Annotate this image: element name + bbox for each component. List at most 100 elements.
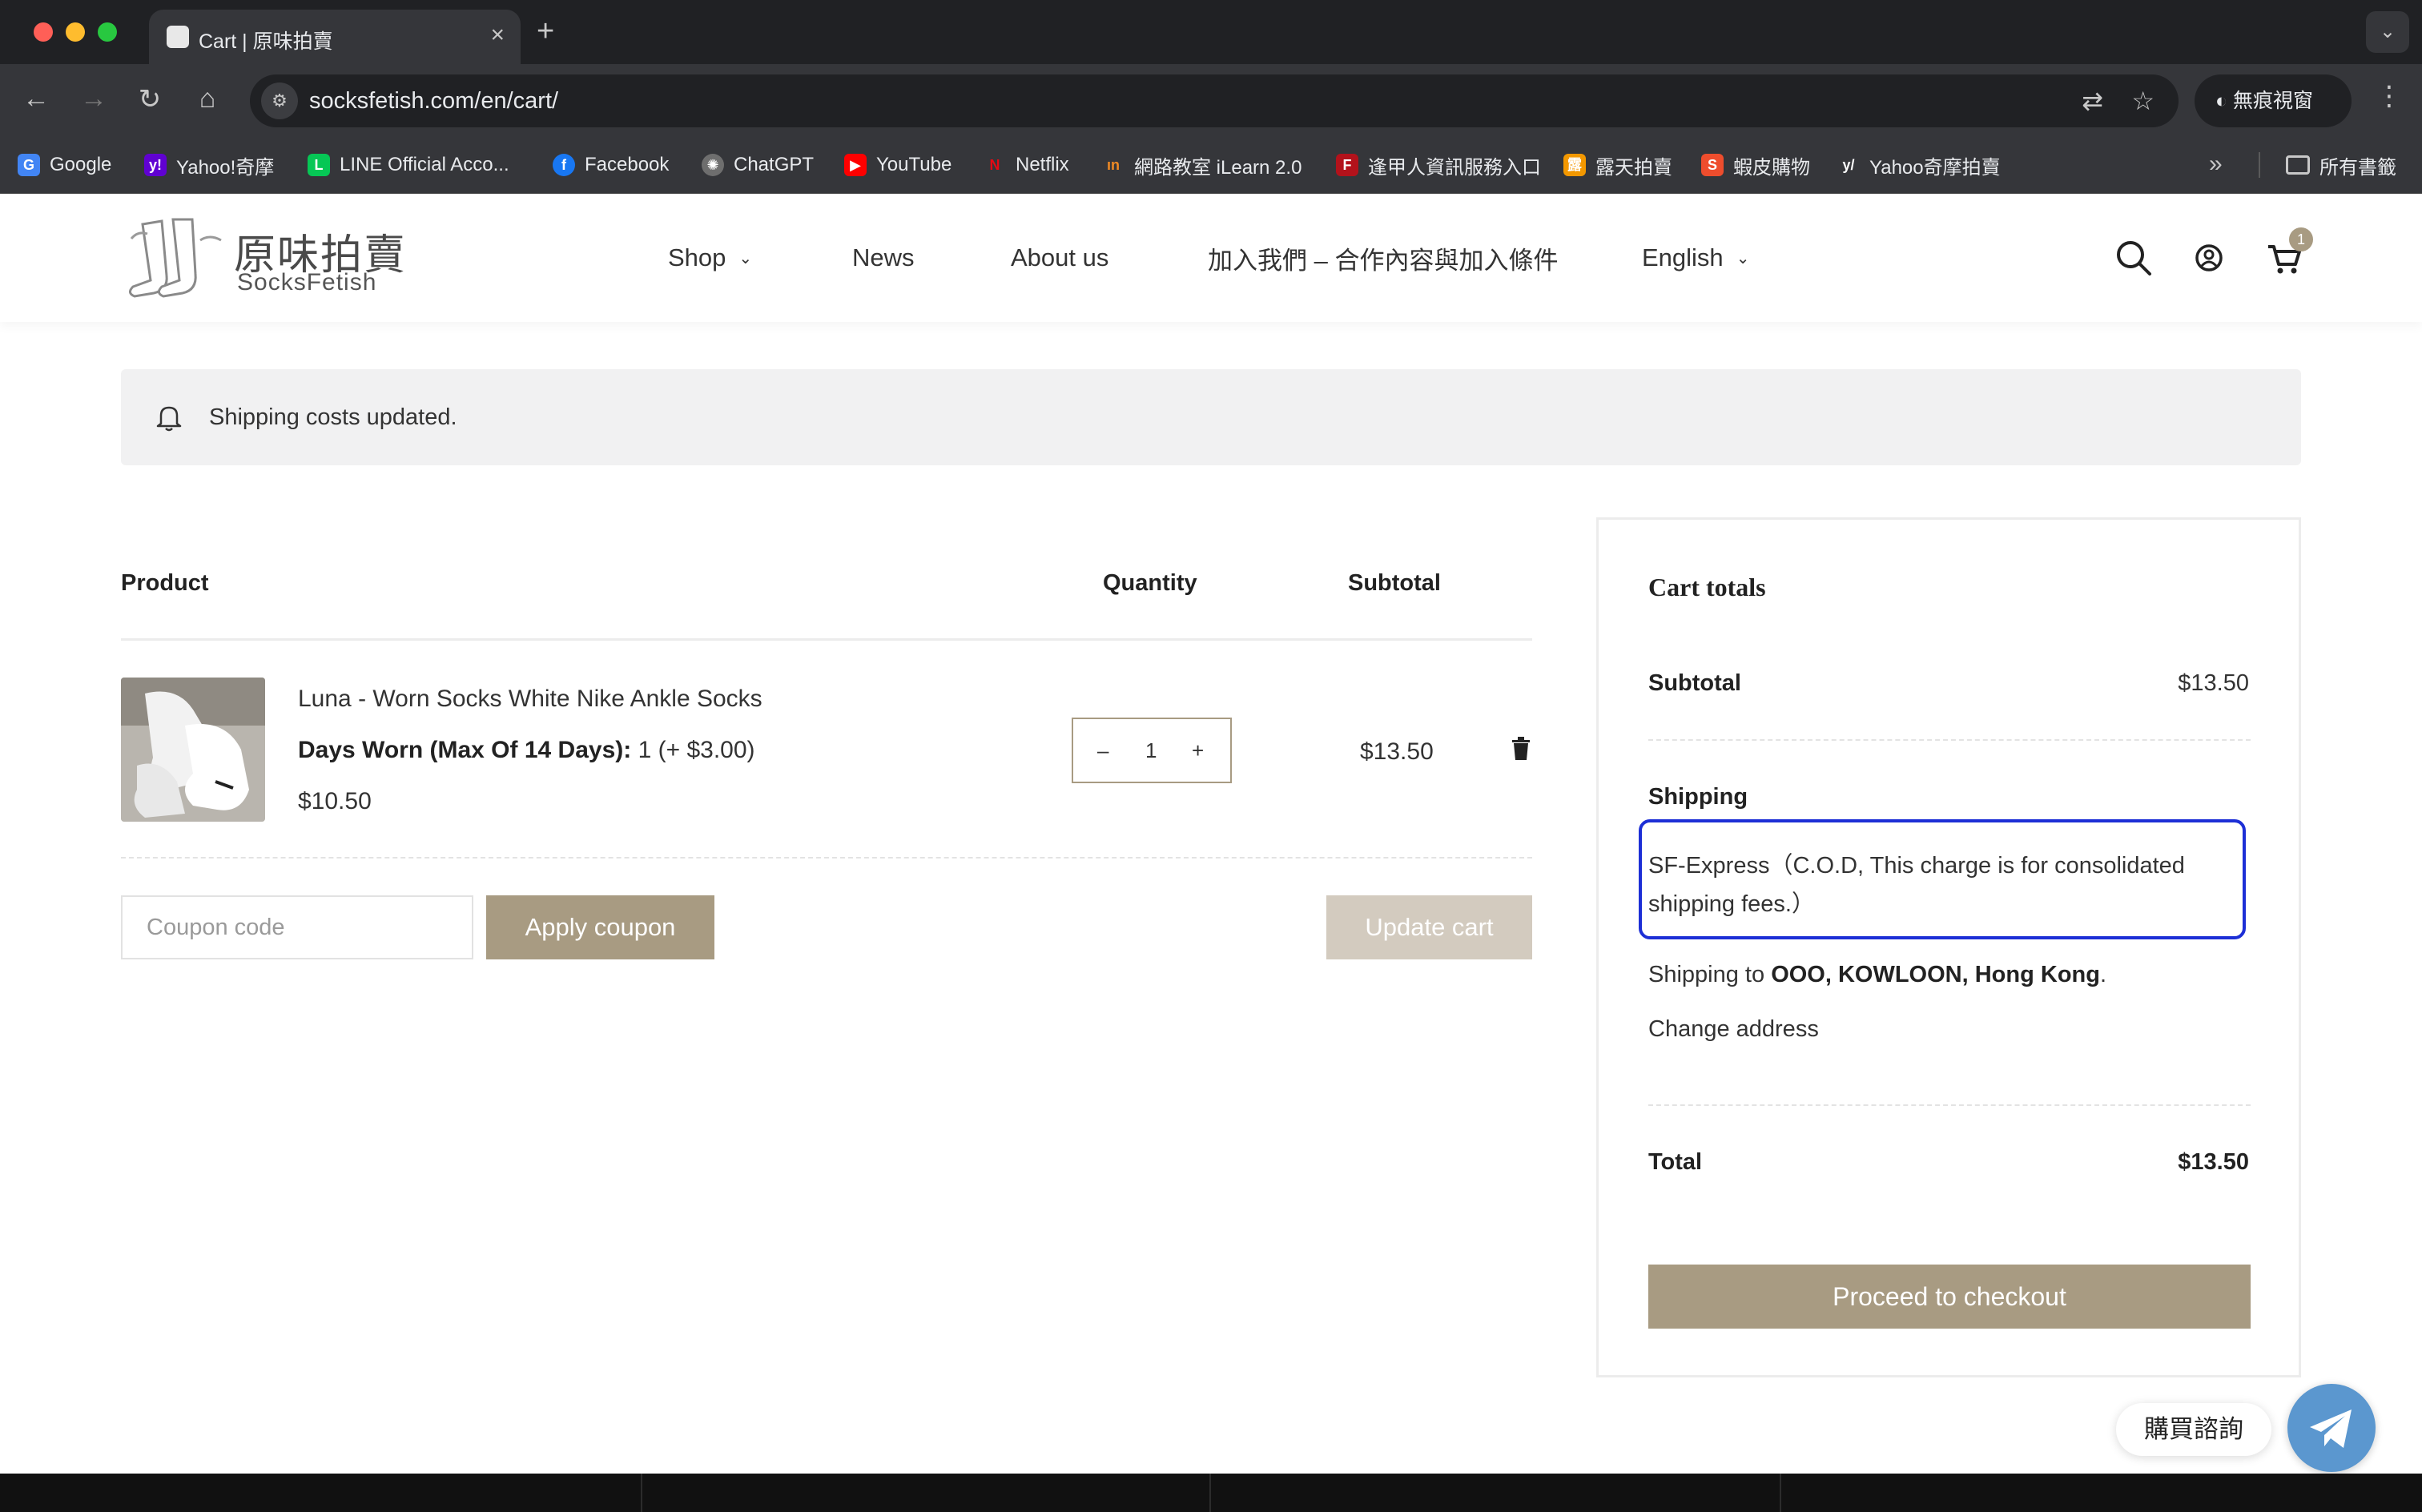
telegram-icon xyxy=(2310,1409,2352,1448)
browser-tab-active[interactable]: Cart | 原味拍賣 × xyxy=(149,10,521,64)
nav-news[interactable]: News xyxy=(852,194,915,322)
address-bar[interactable]: ⚙ socksfetish.com/en/cart/ ⇄ ☆ xyxy=(250,74,2179,127)
row-subtotal: $13.50 xyxy=(1360,738,1434,765)
header-product: Product xyxy=(121,570,209,596)
totals-subtotal-value: $13.50 xyxy=(2178,670,2249,696)
quantity-stepper: – 1 + xyxy=(1072,718,1232,783)
nav-language-label: English xyxy=(1642,243,1724,271)
browser-toolbar: ← → ↻ ⌂ ⚙ socksfetish.com/en/cart/ ⇄ ☆ ◐… xyxy=(0,64,2422,136)
reload-icon[interactable]: ↻ xyxy=(133,83,167,115)
header-quantity: Quantity xyxy=(1103,570,1197,596)
chevron-down-icon: ⌄ xyxy=(738,249,753,267)
nav-join-label: 加入我們 – 合作內容與加入條件 xyxy=(1208,246,1559,275)
site-settings-icon[interactable]: ⚙ xyxy=(261,82,298,119)
footer-divider xyxy=(1780,1474,1781,1512)
netflix-icon: N xyxy=(989,157,1000,173)
totals-divider xyxy=(1648,1104,2251,1106)
nav-language[interactable]: English ⌄ xyxy=(1642,194,1749,322)
product-variation: Days Worn (Max Of 14 Days): 1 (+ $3.00) xyxy=(298,737,755,764)
bookmark-label: Google xyxy=(50,154,112,175)
nav-join[interactable]: 加入我們 – 合作內容與加入條件 xyxy=(1208,194,1558,322)
footer-divider xyxy=(641,1474,642,1512)
tab-close-icon[interactable]: × xyxy=(490,22,505,49)
url-text: socksfetish.com/en/cart/ xyxy=(309,88,559,114)
bookmark-label: Yahoo奇摩拍賣 xyxy=(1869,156,2001,179)
nav-shop-label: Shop xyxy=(668,243,726,271)
proceed-to-checkout-button[interactable]: Proceed to checkout xyxy=(1648,1265,2251,1329)
update-cart-button[interactable]: Update cart xyxy=(1326,895,1532,959)
nav-about[interactable]: About us xyxy=(1011,194,1108,322)
ruten-icon: 露 xyxy=(1563,154,1586,176)
maximize-window-button[interactable] xyxy=(98,22,117,42)
search-icon[interactable] xyxy=(2113,237,2154,279)
bookmark-yahoo[interactable]: y! Yahoo!奇摩 xyxy=(144,136,274,194)
totals-divider xyxy=(1648,739,2251,741)
minimize-window-button[interactable] xyxy=(66,22,85,42)
yahoo-auction-icon: y/ xyxy=(1842,157,1855,173)
bookmark-ruten[interactable]: 露露天拍賣 xyxy=(1563,136,1672,194)
browser-tab-bar: Cart | 原味拍賣 × + ⌄ xyxy=(0,0,2422,64)
shipping-destination: Shipping to OOO, KOWLOON, Hong Kong. xyxy=(1648,962,2106,988)
notice-banner: Shipping costs updated. xyxy=(121,369,2301,465)
coupon-code-input[interactable] xyxy=(121,895,473,959)
apply-coupon-button[interactable]: Apply coupon xyxy=(486,895,714,959)
quantity-decrease-button[interactable]: – xyxy=(1097,738,1108,763)
nav-about-label: About us xyxy=(1011,243,1109,271)
incognito-icon: ◐ xyxy=(2215,90,2234,112)
telegram-chat-button[interactable] xyxy=(2287,1384,2376,1472)
logo-english-text: SocksFetish xyxy=(237,269,377,296)
bookmark-label: YouTube xyxy=(876,154,952,175)
trash-icon[interactable] xyxy=(1511,737,1531,761)
bookmark-label: 露天拍賣 xyxy=(1595,156,1672,179)
total-label: Total xyxy=(1648,1149,1703,1175)
nav-news-label: News xyxy=(852,243,915,271)
site-logo[interactable]: 原味拍賣 SocksFetish xyxy=(127,211,405,308)
close-window-button[interactable] xyxy=(34,22,53,42)
bookmark-shopee[interactable]: S 蝦皮購物 xyxy=(1701,136,1810,194)
more-bookmarks-icon[interactable]: » xyxy=(2209,151,2223,178)
notice-text: Shipping costs updated. xyxy=(209,404,457,430)
bookmarks-divider xyxy=(2259,152,2260,178)
bookmark-fcu[interactable]: F 逢甲人資訊服務入口 xyxy=(1336,136,1541,194)
product-price: $10.50 xyxy=(298,788,372,814)
forward-arrow-icon[interactable]: → xyxy=(77,83,111,115)
bookmark-yahoo-auction[interactable]: y/Yahoo奇摩拍賣 xyxy=(1837,136,2001,194)
chat-inquiry-label[interactable]: 購買諮詢 xyxy=(2116,1403,2271,1456)
translate-icon[interactable]: ⇄ xyxy=(2082,86,2103,116)
product-name-link[interactable]: Luna - Worn Socks White Nike Ankle Socks xyxy=(298,686,762,713)
bookmark-label: Netflix xyxy=(1016,154,1069,175)
bookmark-netflix[interactable]: N Netflix xyxy=(984,136,1069,194)
quantity-increase-button[interactable]: + xyxy=(1192,738,1204,763)
google-icon: G xyxy=(18,154,40,176)
home-icon[interactable]: ⌂ xyxy=(191,83,224,115)
bookmark-chatgpt[interactable]: ✺ ChatGPT xyxy=(702,136,814,194)
all-bookmarks-button[interactable]: 所有書籤 xyxy=(2286,136,2396,194)
shipping-address: OOO, KOWLOON, Hong Kong xyxy=(1771,962,2100,987)
bookmark-facebook[interactable]: f Facebook xyxy=(553,136,669,194)
account-icon[interactable] xyxy=(2188,237,2230,279)
bookmark-youtube[interactable]: ▶ YouTube xyxy=(844,136,952,194)
back-arrow-icon[interactable]: ← xyxy=(19,83,53,115)
shipping-to-prefix: Shipping to xyxy=(1648,962,1765,987)
bookmark-line[interactable]: L LINE Official Acco... xyxy=(308,136,509,194)
product-thumbnail[interactable] xyxy=(121,678,265,822)
cart-count-badge: 1 xyxy=(2289,227,2313,251)
incognito-indicator[interactable]: ◐ 無痕視窗 xyxy=(2195,74,2352,127)
nav-shop[interactable]: Shop ⌄ xyxy=(668,194,752,322)
socks-logo-icon xyxy=(129,218,222,298)
bookmarks-bar: G Google y! Yahoo!奇摩 L LINE Official Acco..… xyxy=(0,136,2422,194)
bookmark-google[interactable]: G Google xyxy=(18,136,111,194)
bookmark-star-icon[interactable]: ☆ xyxy=(2131,86,2154,116)
all-bookmarks-label: 所有書籤 xyxy=(2319,156,2396,179)
youtube-icon: ▶ xyxy=(844,154,867,176)
change-address-link[interactable]: Change address xyxy=(1648,1016,1819,1043)
quantity-value[interactable]: 1 xyxy=(1145,738,1157,763)
cart-totals-title: Cart totals xyxy=(1648,573,1766,601)
bookmark-ilearn[interactable]: ın 網路教室 iLearn 2.0 xyxy=(1102,136,1302,194)
variation-value: 1 (+ $3.00) xyxy=(638,737,755,763)
browser-menu-icon[interactable]: ⋮ xyxy=(2376,80,2403,112)
variation-label: Days Worn (Max Of 14 Days): xyxy=(298,737,632,763)
tab-search-chevron-icon[interactable]: ⌄ xyxy=(2366,11,2409,53)
new-tab-icon[interactable]: + xyxy=(537,14,554,49)
chatgpt-icon: ✺ xyxy=(702,154,724,176)
